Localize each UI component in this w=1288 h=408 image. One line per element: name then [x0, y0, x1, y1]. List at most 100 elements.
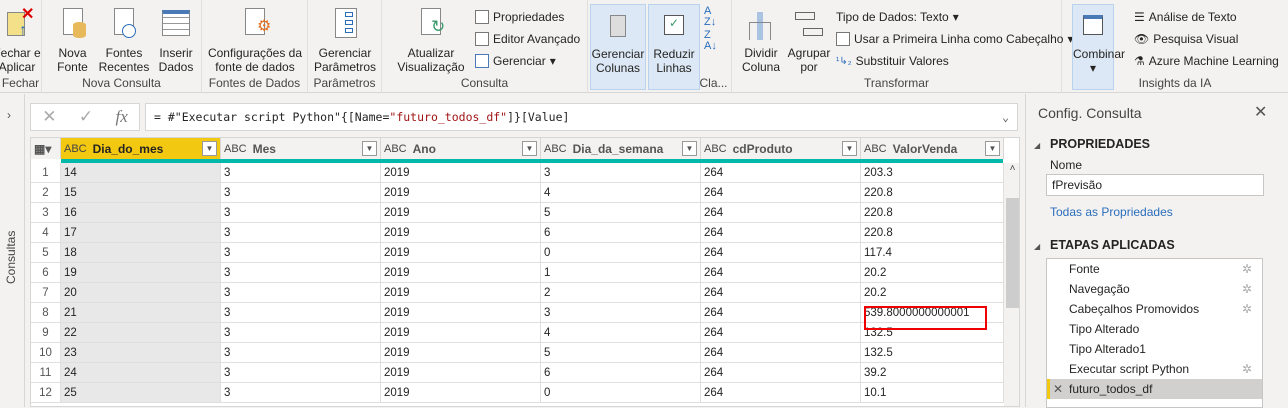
table-cell[interactable]: 21 — [61, 303, 221, 323]
applied-step[interactable]: ✕ futuro_todos_df — [1047, 379, 1262, 399]
table-cell[interactable]: 264 — [701, 223, 861, 243]
table-cell[interactable]: 0 — [541, 243, 701, 263]
text-type-icon[interactable]: ABC — [224, 143, 247, 155]
gear-icon[interactable]: ✲ — [1242, 359, 1252, 379]
scroll-thumb[interactable] — [1006, 198, 1019, 308]
row-number[interactable]: 12 — [31, 383, 61, 403]
table-cell[interactable]: 3 — [221, 223, 381, 243]
column-header[interactable]: ABC ValorVenda ▼ — [861, 138, 1004, 159]
table-cell[interactable]: 3 — [221, 283, 381, 303]
gerenciar-parametros-button[interactable]: Gerenciar Parâmetros — [310, 4, 380, 74]
table-cell[interactable]: 18 — [61, 243, 221, 263]
gear-icon[interactable]: ✲ — [1242, 299, 1252, 319]
table-cell[interactable]: 20 — [61, 283, 221, 303]
table-cell[interactable]: 0 — [541, 383, 701, 403]
table-cell[interactable]: 2019 — [381, 223, 541, 243]
filter-dropdown-icon[interactable]: ▼ — [985, 141, 1000, 156]
filter-dropdown-icon[interactable]: ▼ — [842, 141, 857, 156]
text-type-icon[interactable]: ABC — [704, 143, 727, 155]
filter-dropdown-icon[interactable]: ▼ — [362, 141, 377, 156]
table-cell[interactable]: 2019 — [381, 283, 541, 303]
filter-dropdown-icon[interactable]: ▼ — [682, 141, 697, 156]
table-cell[interactable]: 3 — [221, 163, 381, 183]
inserir-dados-button[interactable]: Inserir Dados — [154, 4, 198, 74]
filter-dropdown-icon[interactable]: ▼ — [202, 141, 217, 156]
table-cell[interactable]: 2019 — [381, 183, 541, 203]
table-cell[interactable]: 3 — [541, 303, 701, 323]
sort-desc-icon[interactable]: Z A↓ — [704, 30, 717, 52]
reduzir-linhas-button[interactable]: ✓ Reduzir Linhas — [648, 4, 700, 90]
table-cell[interactable]: 17 — [61, 223, 221, 243]
table-cell[interactable]: 264 — [701, 363, 861, 383]
table-cell[interactable]: 5 — [541, 343, 701, 363]
table-cell[interactable]: 3 — [221, 323, 381, 343]
applied-step[interactable]: Tipo Alterado1 — [1047, 339, 1262, 359]
table-cell[interactable]: 4 — [541, 183, 701, 203]
table-cell[interactable]: 264 — [701, 263, 861, 283]
column-header[interactable]: ABC Mes ▼ — [221, 138, 381, 159]
table-cell[interactable]: 1 — [541, 263, 701, 283]
table-cell[interactable]: 22 — [61, 323, 221, 343]
all-properties-link[interactable]: Todas as Propriedades — [1050, 205, 1173, 219]
table-cell[interactable]: 264 — [701, 303, 861, 323]
substituir-valores-button[interactable]: ¹↳₂ Substituir Valores — [836, 54, 949, 68]
queries-pane-collapsed[interactable]: › Consultas — [0, 94, 25, 407]
row-number[interactable]: 2 — [31, 183, 61, 203]
table-cell[interactable]: 6 — [541, 363, 701, 383]
table-cell[interactable]: 6 — [541, 223, 701, 243]
vertical-scrollbar[interactable]: ˄ — [1004, 163, 1019, 406]
table-cell[interactable]: 2019 — [381, 323, 541, 343]
tipo-dados-dropdown[interactable]: Tipo de Dados: Texto ▾ — [836, 10, 959, 24]
table-cell[interactable]: 2019 — [381, 263, 541, 283]
check-icon[interactable]: ✓ — [79, 107, 93, 127]
table-cell[interactable]: 2019 — [381, 383, 541, 403]
table-cell[interactable]: 15 — [61, 183, 221, 203]
table-cell[interactable]: 3 — [221, 183, 381, 203]
pesquisa-visual-button[interactable]: 👁 Pesquisa Visual — [1134, 32, 1238, 46]
nova-fonte-button[interactable]: Nova Fonte — [50, 4, 95, 74]
table-cell[interactable]: 39.2 — [861, 363, 1004, 383]
fechar-aplicar-button[interactable]: ✕↑ Fechar e Aplicar — [0, 4, 42, 75]
table-cell[interactable]: 264 — [701, 163, 861, 183]
table-cell[interactable]: 264 — [701, 343, 861, 363]
table-cell[interactable]: 264 — [701, 323, 861, 343]
atualizar-visualizacao-button[interactable]: ↻ Atualizar Visualização — [392, 4, 470, 74]
row-number[interactable]: 7 — [31, 283, 61, 303]
table-cell[interactable]: 3 — [221, 363, 381, 383]
applied-step[interactable]: Executar script Python ✲ — [1047, 359, 1262, 379]
analise-texto-button[interactable]: ☰ Análise de Texto — [1134, 10, 1237, 24]
table-cell[interactable]: 220.8 — [861, 223, 1004, 243]
applied-step[interactable]: Cabeçalhos Promovidos ✲ — [1047, 299, 1262, 319]
column-header[interactable]: ABC Dia_do_mes ▼ — [61, 138, 221, 159]
table-cell[interactable]: 2019 — [381, 243, 541, 263]
gear-icon[interactable]: ✲ — [1242, 279, 1252, 299]
table-cell[interactable]: 23 — [61, 343, 221, 363]
table-cell[interactable]: 2019 — [381, 303, 541, 323]
table-cell[interactable]: 10.1 — [861, 383, 1004, 403]
primeira-linha-button[interactable]: Usar a Primeira Linha como Cabeçalho ▾ — [836, 32, 1073, 46]
row-number[interactable]: 8 — [31, 303, 61, 323]
table-cell[interactable]: 264 — [701, 183, 861, 203]
text-type-icon[interactable]: ABC — [864, 143, 887, 155]
editor-avancado-button[interactable]: Editor Avançado — [475, 32, 580, 46]
table-cell[interactable]: 117.4 — [861, 243, 1004, 263]
table-cell[interactable]: 3 — [221, 263, 381, 283]
table-cell[interactable]: 132.5 — [861, 343, 1004, 363]
table-menu-icon[interactable]: ▦▾ — [31, 138, 61, 159]
fontes-recentes-button[interactable]: Fontes Recentes — [96, 4, 152, 74]
table-cell[interactable]: 3 — [221, 203, 381, 223]
table-cell[interactable]: 264 — [701, 203, 861, 223]
azure-ml-button[interactable]: ⚗ Azure Machine Learning — [1134, 54, 1279, 68]
table-cell[interactable]: 25 — [61, 383, 221, 403]
applied-step[interactable]: Tipo Alterado — [1047, 319, 1262, 339]
dividir-coluna-button[interactable]: Dividir Coluna — [736, 4, 786, 74]
column-header[interactable]: ABC cdProduto ▼ — [701, 138, 861, 159]
applied-step[interactable]: Fonte ✲ — [1047, 259, 1262, 279]
gerenciar-colunas-button[interactable]: Gerenciar Colunas — [590, 4, 646, 90]
name-input[interactable]: fPrevisão — [1046, 174, 1264, 196]
table-cell[interactable]: 3 — [221, 383, 381, 403]
cancel-icon[interactable]: ✕ — [42, 107, 56, 127]
table-cell[interactable]: 264 — [701, 243, 861, 263]
table-cell[interactable]: 3 — [221, 303, 381, 323]
fx-icon[interactable]: fx — [116, 107, 128, 127]
